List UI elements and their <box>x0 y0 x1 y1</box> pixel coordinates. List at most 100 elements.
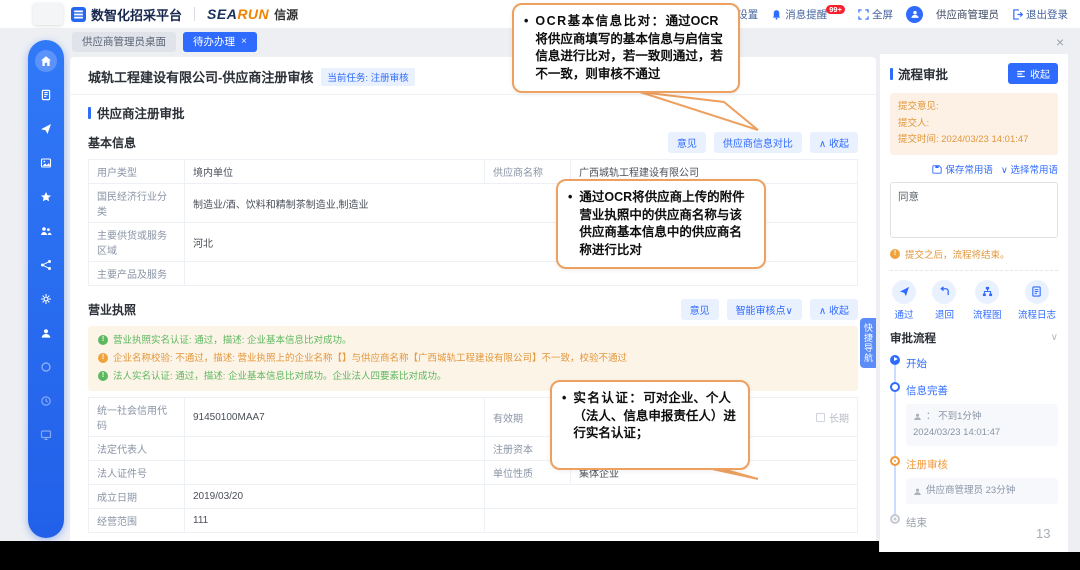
searun-logo: SEA RUN 信源 <box>207 5 299 22</box>
collapse-button[interactable]: ∧ 收起 <box>809 299 858 320</box>
collapse-button[interactable]: ∧ 收起 <box>809 132 858 153</box>
supplier-review-page: 城轨工程建设有限公司-供应商注册审核 当前任务: 注册审核 供应商注册审批 基本… <box>70 57 876 546</box>
info-icon: ! <box>98 335 108 345</box>
home-icon[interactable] <box>35 50 57 72</box>
person-icon <box>914 414 921 421</box>
messages-button[interactable]: 消息提醒 99+ <box>771 4 845 22</box>
send-icon <box>899 287 909 297</box>
warning-icon: ! <box>98 352 108 363</box>
team-icon[interactable] <box>35 220 57 242</box>
chevron-down-icon[interactable]: ∨ <box>1051 332 1058 343</box>
tab-supplier-desktop[interactable]: 供应商管理员桌面 <box>72 31 176 52</box>
platform-brand: 数智化招采平台 <box>71 5 182 24</box>
submit-opinion: 提交意见: <box>898 101 939 112</box>
clock-icon[interactable] <box>35 390 57 412</box>
step-start-icon <box>890 354 900 365</box>
step-time: 2024/03/23 14:01:47 <box>913 427 1001 439</box>
long-term-checkbox[interactable] <box>816 412 825 422</box>
step-end-icon <box>890 514 900 525</box>
gallery-icon[interactable] <box>35 152 57 174</box>
panel-collapse-button[interactable]: 收起 <box>1008 63 1058 84</box>
ring-icon[interactable] <box>35 356 57 378</box>
warning-icon: ! <box>890 249 900 260</box>
business-license-section: 营业执照 意见 智能审核点∨ ∧ 收起 ! 营业执照实名认证: 通过，描述: 企… <box>70 299 876 534</box>
section-title: 供应商注册审批 <box>97 107 185 121</box>
opinion-button[interactable]: 意见 <box>680 299 719 320</box>
sidebar-nav <box>28 40 64 538</box>
return-button[interactable]: 退回 <box>932 279 957 321</box>
tab-todo[interactable]: 待办办理 × <box>183 31 257 52</box>
fullscreen-button[interactable]: 全屏 <box>858 7 893 22</box>
logout-button[interactable]: 退出登录 <box>1012 7 1068 22</box>
company-logo <box>33 3 63 25</box>
step-info-complete: 信息完善 ： 不到1分钟 2024/03/23 14:01:47 <box>890 381 1058 447</box>
section-accent <box>890 67 893 80</box>
current-user: 供应商管理员 <box>936 8 999 21</box>
user-icon[interactable] <box>35 322 57 344</box>
panel-close-icon[interactable]: × <box>1056 34 1064 50</box>
flowchart-icon <box>982 287 992 297</box>
smart-review-points-button[interactable]: 智能审核点∨ <box>726 299 802 320</box>
section-accent <box>88 106 91 119</box>
step-detail-card: ： 不到1分钟 2024/03/23 14:01:47 <box>906 403 1058 447</box>
step-done-icon <box>890 381 900 392</box>
panel-title: 流程审批 <box>898 68 949 82</box>
current-task-badge: 当前任务: 注册审核 <box>321 67 415 86</box>
step-start: 开始 <box>890 354 1058 372</box>
log-icon <box>1032 286 1042 298</box>
license-title: 营业执照 <box>88 303 137 317</box>
flowchart-button[interactable]: 流程图 <box>973 279 1001 321</box>
quick-nav-tab[interactable]: 快捷导航 <box>860 318 876 368</box>
send-icon[interactable] <box>35 118 57 140</box>
bottom-black-bar <box>0 541 879 570</box>
save-phrase-link[interactable]: 保存常用语 <box>932 162 993 176</box>
alert-warning: ! 企业名称校验: 不通过，描述: 营业执照上的企业名称【】与供应商名称【广西城… <box>98 350 848 368</box>
close-icon[interactable]: × <box>241 36 247 47</box>
return-icon <box>940 286 949 296</box>
person-icon <box>914 488 921 495</box>
star-icon[interactable] <box>35 186 57 208</box>
supplier-info-compare-button[interactable]: 供应商信息对比 <box>713 132 802 153</box>
platform-icon <box>71 6 86 22</box>
monitor-icon[interactable] <box>35 424 57 446</box>
approval-flow-panel: 流程审批 收起 提交意见: 提交人: 提交时间: 2024/03/23 14:0… <box>880 54 1068 552</box>
bell-icon <box>773 9 781 20</box>
collapse-icon <box>1017 70 1025 77</box>
divider <box>194 7 196 21</box>
messages-badge: 99+ <box>826 4 845 14</box>
opinion-button[interactable]: 意见 <box>667 132 706 153</box>
approval-comment-input[interactable]: 同意 <box>890 181 1058 238</box>
bottom-black-bar <box>879 552 1080 570</box>
avatar[interactable] <box>906 5 923 23</box>
step-current-icon <box>890 456 900 467</box>
share-nodes-icon[interactable] <box>35 254 57 276</box>
flow-title: 审批流程 <box>890 332 936 345</box>
logout-icon <box>1013 8 1023 20</box>
callout-ocr-license-compare: • 通过OCR将供应商上传的附件营业执照中的供应商名称与该供应商基本信息中的供应… <box>556 179 766 269</box>
choose-phrase-link[interactable]: ∨ 选择常用语 <box>1001 162 1058 176</box>
legal-id-value <box>184 460 485 486</box>
callout-real-name-auth: • 实名认证：可对企业、个人（法人、信息申报责任人）进行实名认证； <box>550 380 750 470</box>
platform-title: 数智化招采平台 <box>91 7 183 23</box>
table-row: 经营范围 111 <box>88 508 858 534</box>
user-icon <box>910 10 919 18</box>
callout-ocr-basic-info: • OCR基本信息比对：通过OCR将供应商填写的基本信息与启信宝信息进行比对，若… <box>512 3 740 93</box>
step-register-review: 注册审核 供应商管理员 23分钟 <box>890 455 1058 505</box>
table-row: 成立日期 2019/03/20 <box>88 484 858 510</box>
founded-value: 2019/03/20 <box>184 484 485 510</box>
user-type-value: 境内单位 <box>184 159 485 184</box>
gear-icon[interactable] <box>35 288 57 310</box>
alert-success: ! 营业执照实名认证: 通过，描述: 企业基本信息比对成功。 <box>98 332 848 350</box>
submit-person: 提交人: <box>898 117 930 129</box>
submit-note: ! 提交之后，流程将结束。 <box>890 247 1058 271</box>
basic-info-title: 基本信息 <box>88 136 137 150</box>
approve-button[interactable]: 通过 <box>892 279 916 321</box>
submit-info-box: 提交意见: 提交人: 提交时间: 2024/03/23 14:01:47 <box>890 93 1058 155</box>
save-icon <box>932 165 943 174</box>
submit-time: 提交时间: 2024/03/23 14:01:47 <box>898 134 1029 146</box>
page-title: 城轨工程建设有限公司-供应商注册审核 <box>88 70 314 85</box>
credit-code-value: 91450100MAA7 <box>184 397 485 438</box>
flow-log-button[interactable]: 流程日志 <box>1018 279 1056 321</box>
building-icon[interactable] <box>35 84 57 106</box>
slide-page-number: 13 <box>1036 526 1051 541</box>
